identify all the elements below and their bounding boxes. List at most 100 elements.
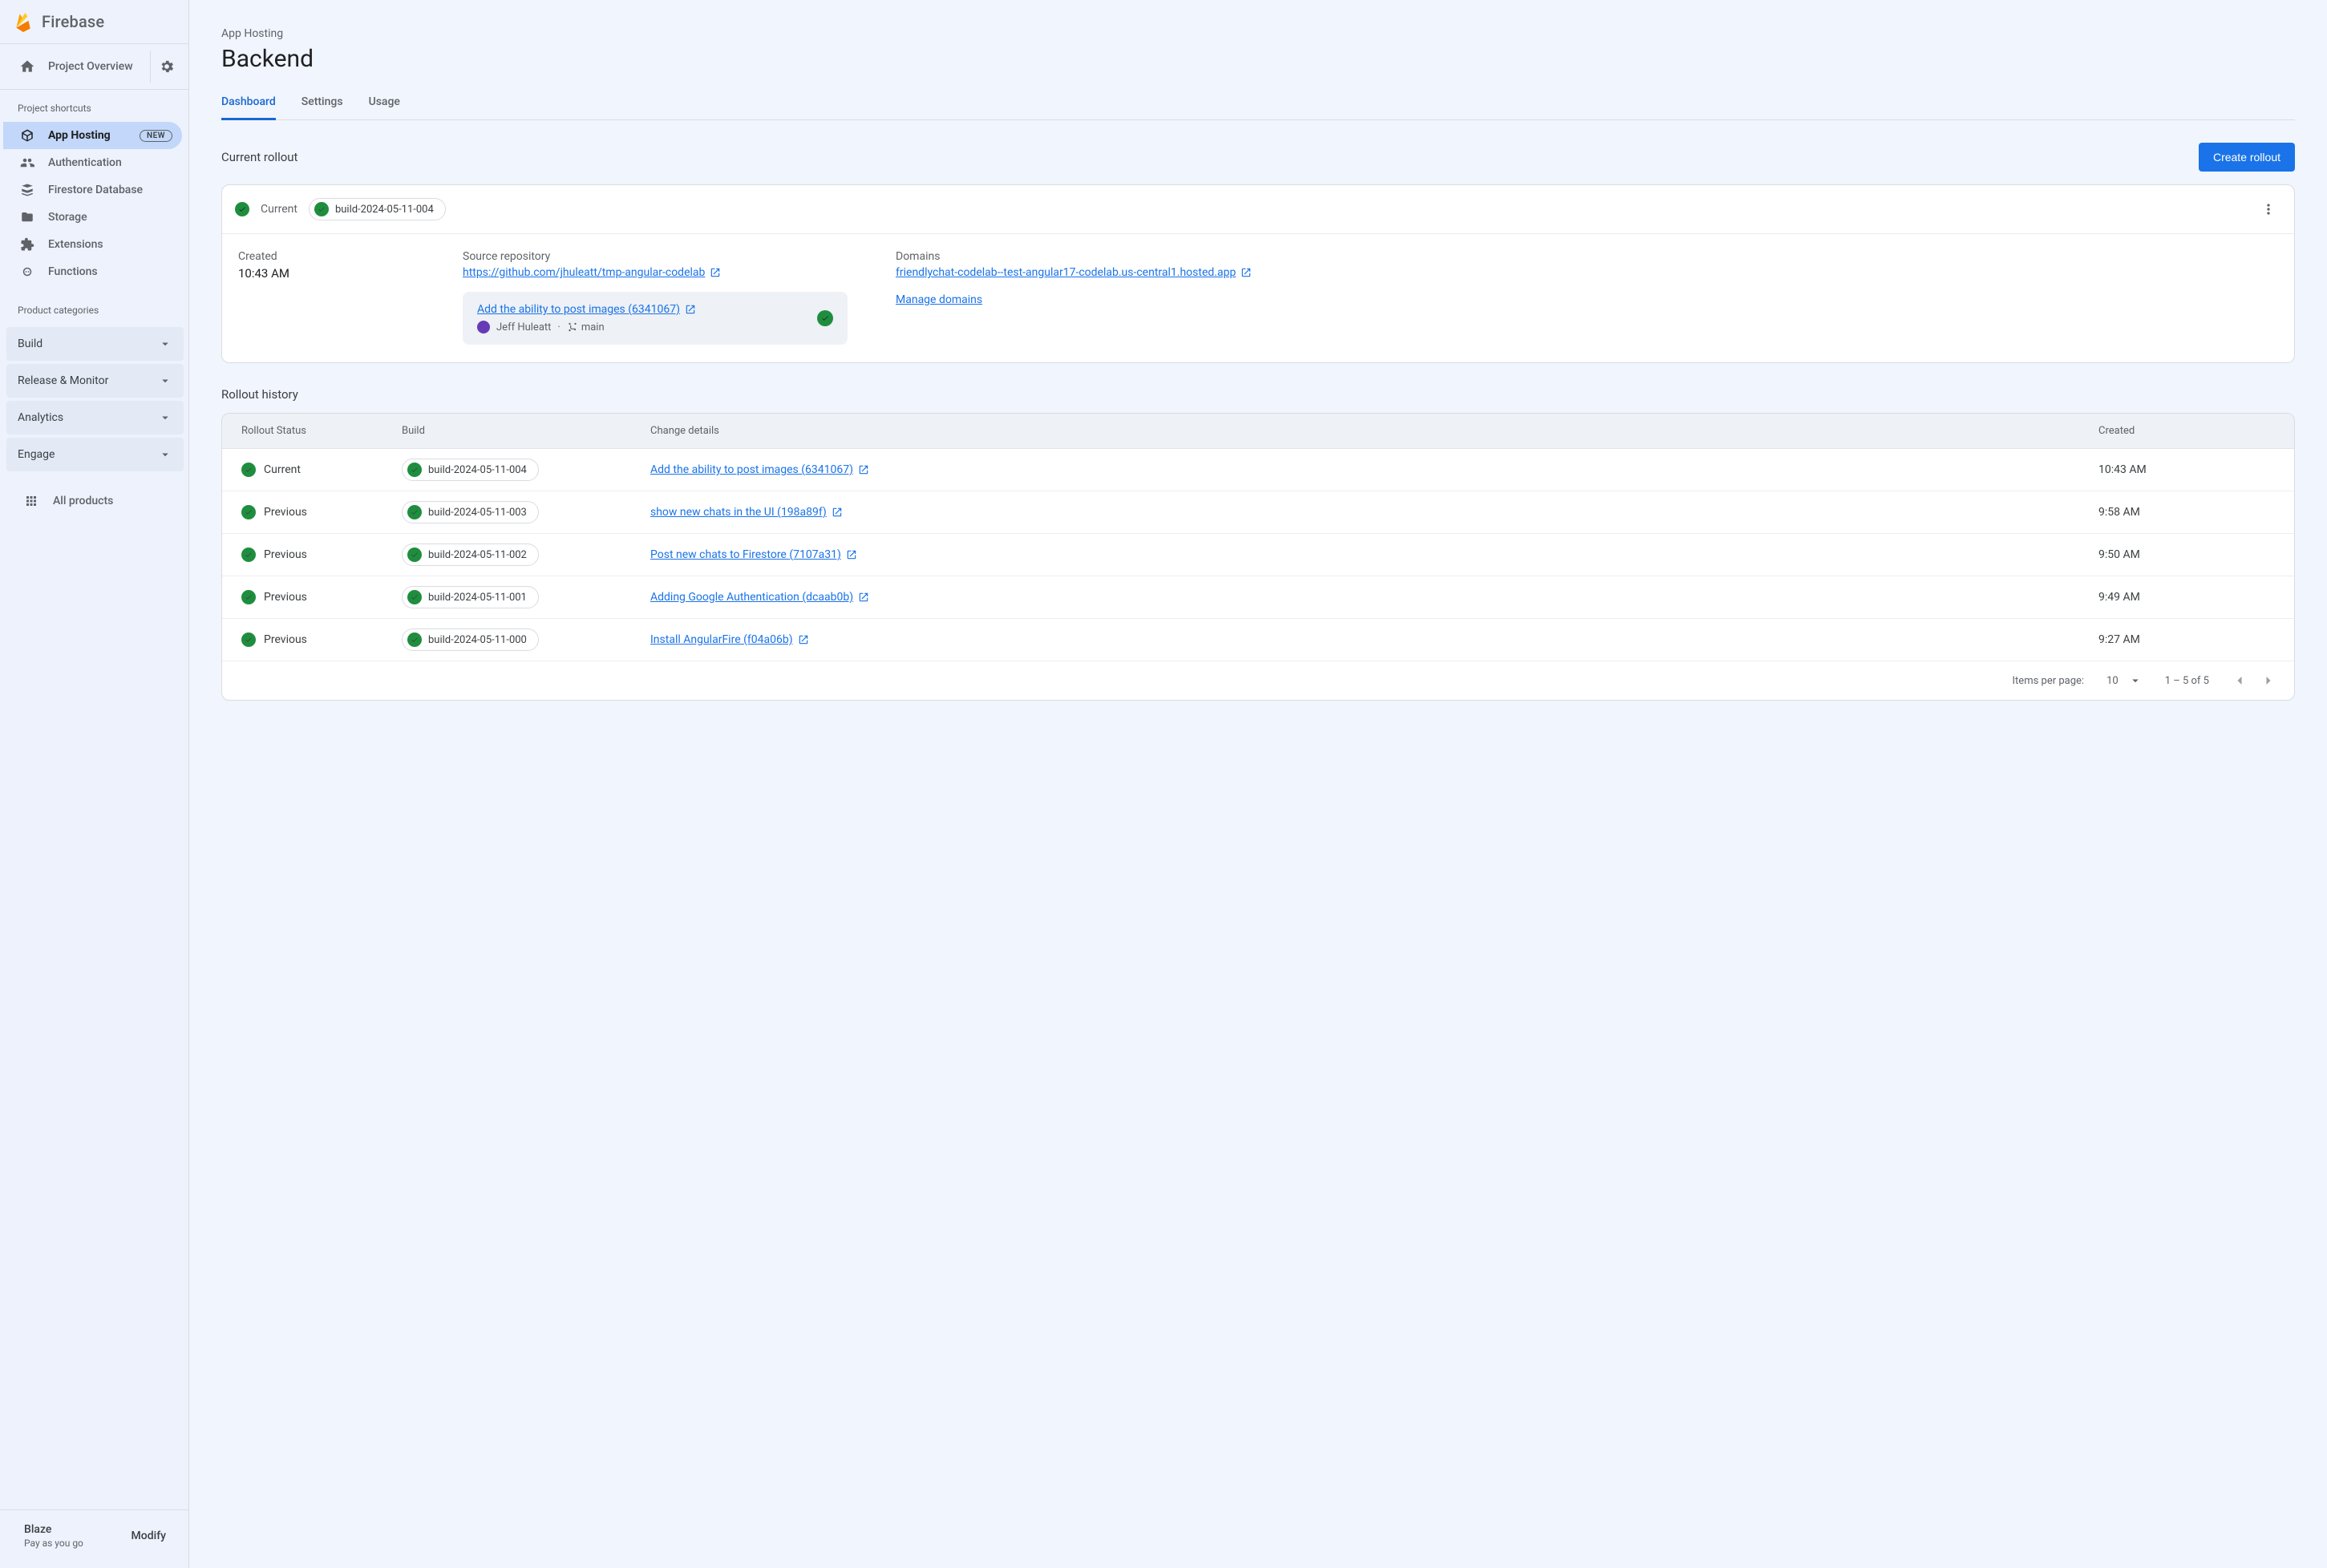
status-success-icon [241, 463, 256, 477]
current-rollout-card: Current build-2024-05-11-004 Created 10:… [221, 184, 2295, 363]
change-link[interactable]: Post new chats to Firestore (7107a31) [650, 548, 857, 561]
tabs: Dashboard Settings Usage [221, 91, 2295, 120]
apps-icon [24, 494, 38, 508]
sidebar-item-authentication[interactable]: Authentication [3, 149, 182, 176]
build-id: build-2024-05-11-004 [428, 464, 527, 476]
external-link-icon [685, 304, 696, 315]
change-link[interactable]: show new chats in the UI (198a89f) [650, 506, 843, 519]
project-settings-button[interactable] [150, 51, 182, 83]
tab-usage[interactable]: Usage [369, 91, 400, 119]
sidebar-item-extensions[interactable]: Extensions [3, 231, 182, 258]
table-row: Current build-2024-05-11-004 Add the abi… [222, 449, 2294, 491]
sidebar-item-functions[interactable]: Functions [3, 258, 182, 285]
categories-header: Product categories [0, 292, 188, 324]
status-success-icon [241, 505, 256, 519]
change-link[interactable]: Install AngularFire (f04a06b) [650, 633, 809, 646]
change-text: Install AngularFire (f04a06b) [650, 633, 793, 646]
gear-icon [159, 59, 175, 75]
row-created: 10:43 AM [2098, 463, 2147, 476]
page-title: Backend [221, 45, 2295, 73]
status-success-icon [407, 463, 422, 477]
rollout-menu-button[interactable] [2256, 196, 2281, 222]
breadcrumb: App Hosting [221, 27, 2295, 40]
sidebar-item-storage[interactable]: Storage [3, 204, 182, 231]
project-overview-row: Project Overview [0, 44, 188, 90]
items-per-page-select[interactable]: 10 [2106, 673, 2143, 688]
change-text: Adding Google Authentication (dcaab0b) [650, 591, 853, 604]
current-build-pill[interactable]: build-2024-05-11-004 [309, 198, 446, 220]
category-engage[interactable]: Engage [6, 438, 184, 471]
sidebar-item-label: Authentication [48, 156, 172, 169]
app-hosting-icon [19, 127, 35, 143]
tab-settings[interactable]: Settings [301, 91, 343, 119]
category-label: Analytics [18, 411, 63, 424]
build-pill[interactable]: build-2024-05-11-004 [402, 459, 539, 481]
row-status: Previous [264, 591, 307, 604]
chevron-down-icon [158, 410, 172, 425]
external-link-icon [858, 464, 869, 475]
branch-name: main [581, 321, 605, 333]
home-icon [19, 59, 35, 75]
domain-url: friendlychat-codelab--test-angular17-cod… [896, 266, 1236, 279]
shortcut-list: App Hosting NEW Authentication Firestore… [0, 122, 188, 292]
all-products[interactable]: All products [0, 481, 188, 521]
plan-name: Blaze [24, 1523, 83, 1536]
build-pill[interactable]: build-2024-05-11-000 [402, 628, 539, 651]
author-name: Jeff Huleatt [496, 321, 551, 333]
status-success-icon [407, 548, 422, 562]
commit-link[interactable]: Add the ability to post images (6341067) [477, 303, 696, 316]
chevron-down-icon [158, 374, 172, 388]
pager-next-button[interactable] [2260, 673, 2276, 689]
external-link-icon [1240, 267, 1252, 278]
storage-icon [19, 209, 35, 225]
domain-link[interactable]: friendlychat-codelab--test-angular17-cod… [896, 266, 2278, 279]
rollout-history-title: Rollout history [221, 387, 2295, 402]
project-overview[interactable]: Project Overview [0, 52, 150, 81]
build-pill[interactable]: build-2024-05-11-003 [402, 501, 539, 523]
row-status: Current [264, 463, 301, 476]
col-status: Rollout Status [241, 425, 402, 437]
plan-row: Blaze Pay as you go Modify [0, 1509, 188, 1568]
created-value: 10:43 AM [238, 266, 415, 281]
status-success-icon [235, 202, 249, 216]
sidebar-item-firestore[interactable]: Firestore Database [3, 176, 182, 204]
build-pill[interactable]: build-2024-05-11-002 [402, 544, 539, 566]
current-rollout-title: Current rollout [221, 150, 297, 164]
modify-plan-button[interactable]: Modify [132, 1530, 166, 1542]
page-body: Current rollout Create rollout Current b… [189, 120, 2327, 733]
sidebar-item-app-hosting[interactable]: App Hosting NEW [3, 122, 182, 149]
status-success-icon [407, 632, 422, 647]
category-analytics[interactable]: Analytics [6, 401, 184, 434]
change-text: Post new chats to Firestore (7107a31) [650, 548, 841, 561]
create-rollout-button[interactable]: Create rollout [2199, 143, 2295, 172]
firebase-logo-icon [13, 11, 34, 32]
status-success-icon [241, 548, 256, 562]
col-build: Build [402, 425, 650, 437]
table-row: Previous build-2024-05-11-002 Post new c… [222, 534, 2294, 576]
sidebar: Firebase Project Overview Project shortc… [0, 0, 189, 1568]
pager-prev-button[interactable] [2232, 673, 2248, 689]
manage-domains-link[interactable]: Manage domains [896, 293, 982, 306]
build-id: build-2024-05-11-003 [428, 507, 527, 519]
row-status: Previous [264, 548, 307, 561]
change-text: show new chats in the UI (198a89f) [650, 506, 827, 519]
category-list: Build Release & Monitor Analytics Engage [0, 324, 188, 481]
category-build[interactable]: Build [6, 327, 184, 361]
all-products-label: All products [53, 495, 113, 507]
firestore-icon [19, 182, 35, 198]
branch-indicator: main [567, 321, 605, 333]
source-repo-link[interactable]: https://github.com/jhuleatt/tmp-angular-… [463, 266, 848, 279]
plan-sub: Pay as you go [24, 1538, 83, 1549]
tab-dashboard[interactable]: Dashboard [221, 91, 276, 119]
row-status: Previous [264, 506, 307, 519]
change-link[interactable]: Add the ability to post images (6341067) [650, 463, 869, 476]
build-pill[interactable]: build-2024-05-11-001 [402, 586, 539, 608]
col-change: Change details [650, 425, 2098, 437]
row-created: 9:50 AM [2098, 548, 2140, 561]
items-per-page-label: Items per page: [2013, 675, 2085, 687]
category-release-monitor[interactable]: Release & Monitor [6, 364, 184, 398]
source-repo-url: https://github.com/jhuleatt/tmp-angular-… [463, 266, 705, 279]
extensions-icon [19, 236, 35, 253]
brand-block[interactable]: Firebase [0, 0, 188, 44]
change-link[interactable]: Adding Google Authentication (dcaab0b) [650, 591, 869, 604]
